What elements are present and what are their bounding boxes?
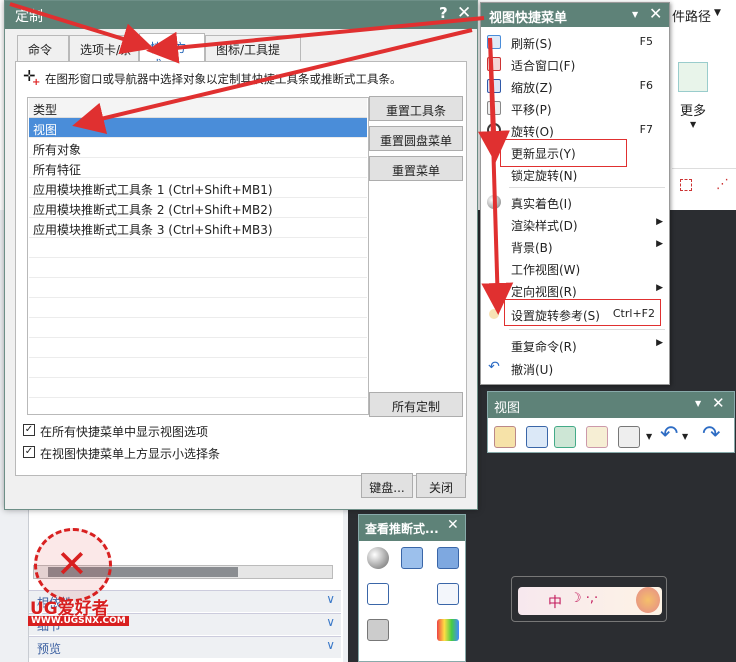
arrow-to-shortcuts-tab xyxy=(9,2,154,55)
arrow-to-rotation-ref xyxy=(481,37,514,315)
arrow-from-menu-to-tab xyxy=(146,16,485,64)
annotation-arrows xyxy=(9,2,514,315)
